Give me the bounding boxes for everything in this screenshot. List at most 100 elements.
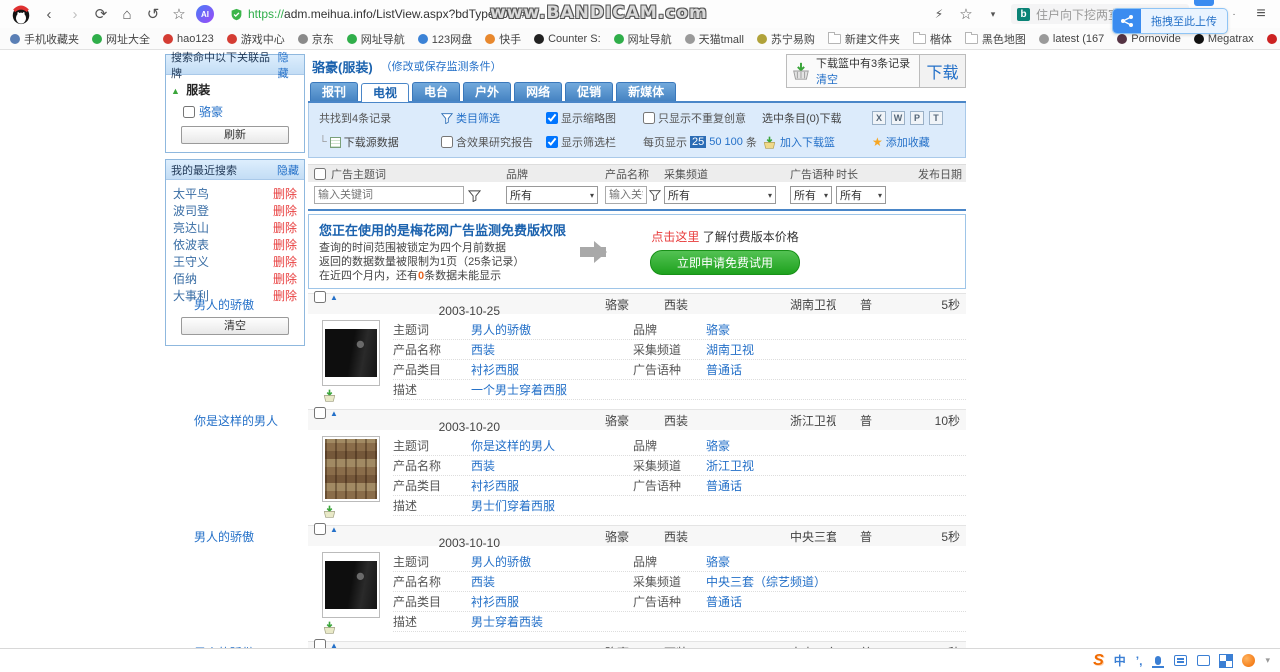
include-report-checkbox[interactable] bbox=[441, 136, 453, 148]
hide-brands-link[interactable]: 隐藏 bbox=[278, 49, 299, 81]
field-value-channel[interactable]: 中央三套（综艺频道） bbox=[706, 573, 966, 590]
download-button[interactable]: 下载 bbox=[919, 55, 965, 87]
category-collapse-icon[interactable]: ▲ bbox=[171, 86, 180, 96]
export-txt-icon[interactable]: T bbox=[929, 111, 943, 125]
recent-search-name[interactable]: 波司登 bbox=[173, 203, 209, 220]
show-filterbar-checkbox[interactable] bbox=[546, 136, 558, 148]
bookmark-item[interactable]: 手机收藏夹 bbox=[10, 31, 79, 47]
bookmark-item[interactable]: 京东 bbox=[297, 31, 334, 47]
field-value-language[interactable]: 普通话 bbox=[706, 361, 966, 378]
field-value-channel[interactable]: 浙江卫视 bbox=[706, 457, 966, 474]
bookmark-item[interactable]: 网址导航 bbox=[613, 31, 672, 47]
field-value-category[interactable]: 衬衫西服 bbox=[471, 477, 633, 494]
media-tab[interactable]: 电视 bbox=[361, 83, 410, 102]
field-value-language[interactable]: 普通话 bbox=[706, 477, 966, 494]
free-trial-button[interactable]: 立即申请免费试用 bbox=[650, 250, 801, 275]
undo-button[interactable]: ↺ bbox=[144, 5, 162, 23]
field-value-brand[interactable]: 骆豪 bbox=[706, 437, 966, 454]
field-value-desc[interactable]: 男士们穿着西服 bbox=[471, 497, 966, 514]
ad-thumbnail[interactable] bbox=[322, 320, 380, 386]
field-value-desc[interactable]: 男士穿着西装 bbox=[471, 613, 966, 630]
ad-title-link[interactable]: 你是这样的男人 bbox=[194, 412, 278, 429]
media-tab[interactable]: 报刊 bbox=[310, 82, 359, 101]
field-value-category[interactable]: 衬衫西服 bbox=[471, 593, 633, 610]
add-row-to-basket-icon[interactable] bbox=[322, 621, 393, 637]
download-source-label[interactable]: 下载源数据 bbox=[344, 134, 399, 150]
language-select[interactable]: 所有 ▾ bbox=[790, 186, 832, 204]
bookmark-item[interactable]: 123网盘 bbox=[417, 31, 472, 47]
refresh-button-sidebar[interactable]: 刷新 bbox=[181, 126, 289, 144]
back-button[interactable]: ‹ bbox=[40, 6, 58, 23]
flash-icon[interactable]: ⚡ bbox=[930, 7, 948, 21]
bookmark-item[interactable]: 网址大全 bbox=[92, 31, 150, 47]
recent-search-name[interactable]: 佰纳 bbox=[173, 271, 197, 288]
recent-search-name[interactable]: 亮达山 bbox=[173, 220, 209, 237]
sogou-logo-icon[interactable]: S bbox=[1093, 652, 1104, 670]
keyword-filter-input[interactable] bbox=[314, 186, 464, 204]
bookmark-item[interactable]: Megatrax bbox=[1193, 33, 1254, 45]
media-tab[interactable]: 促销 bbox=[565, 82, 614, 101]
add-favorite-link[interactable]: 添加收藏 bbox=[886, 134, 930, 150]
ime-mode-indicator[interactable]: 中 bbox=[1114, 652, 1126, 669]
add-row-to-basket-icon[interactable] bbox=[322, 389, 393, 405]
field-value-keyword[interactable]: 男人的骄傲 bbox=[471, 553, 633, 570]
field-value-brand[interactable]: 骆豪 bbox=[706, 553, 966, 570]
media-tab[interactable]: 电台 bbox=[412, 82, 461, 101]
bookmark-item[interactable]: 新建文件夹 bbox=[827, 31, 900, 47]
export-excel-icon[interactable]: X bbox=[872, 111, 886, 125]
forward-button[interactable]: › bbox=[66, 6, 84, 23]
soft-keyboard-icon[interactable] bbox=[1174, 655, 1188, 666]
punctuation-icon[interactable]: ’, bbox=[1136, 654, 1143, 668]
menu-circle-icon[interactable] bbox=[1242, 654, 1256, 667]
show-thumbnail-checkbox[interactable] bbox=[546, 112, 558, 124]
recent-search-name[interactable]: 王守义 bbox=[173, 254, 209, 271]
delete-search-link[interactable]: 删除 bbox=[273, 254, 297, 271]
bookmark-item[interactable]: 天猫tmall bbox=[684, 31, 744, 47]
product-filter-input[interactable] bbox=[605, 186, 647, 204]
media-tab[interactable]: 新媒体 bbox=[616, 82, 677, 101]
add-basket-link[interactable]: 加入下载篮 bbox=[780, 134, 835, 150]
recent-search-name[interactable]: 太平鸟 bbox=[173, 186, 209, 203]
field-value-product[interactable]: 西装 bbox=[471, 341, 633, 358]
bookmark-item[interactable]: (五)、第 bbox=[1266, 31, 1280, 47]
basket-clear-link[interactable]: 清空 bbox=[816, 74, 838, 86]
bookmark-item[interactable]: hao123 bbox=[163, 33, 214, 45]
select-all-checkbox[interactable] bbox=[314, 167, 326, 180]
field-value-language[interactable]: 普通话 bbox=[706, 593, 966, 610]
delete-search-link[interactable]: 删除 bbox=[273, 186, 297, 203]
brand-filter-label[interactable]: 骆豪 bbox=[199, 103, 223, 120]
ad-title-link[interactable]: 男人的骄傲 bbox=[194, 296, 254, 313]
product-funnel-icon[interactable] bbox=[649, 189, 661, 201]
export-word-icon[interactable]: W bbox=[891, 111, 905, 125]
category-filter-link[interactable]: 类目筛选 bbox=[456, 110, 500, 126]
per-page-25[interactable]: 25 bbox=[690, 136, 707, 148]
upload-tooltip[interactable]: 拖拽至此上传 bbox=[1112, 8, 1228, 34]
field-value-desc[interactable]: 一个男士穿着西服 bbox=[471, 381, 966, 398]
keyword-funnel-icon[interactable] bbox=[468, 189, 481, 202]
refresh-button[interactable]: ⟳ bbox=[92, 5, 110, 23]
field-value-channel[interactable]: 湖南卫视 bbox=[706, 341, 966, 358]
duration-select[interactable]: 所有 ▾ bbox=[836, 186, 886, 204]
ad-thumbnail[interactable] bbox=[322, 436, 380, 502]
brand-select[interactable]: 所有 ▾ bbox=[506, 186, 598, 204]
bookmark-item[interactable]: 网址导航 bbox=[346, 31, 405, 47]
ad-thumbnail[interactable] bbox=[322, 552, 380, 618]
only-unique-checkbox[interactable] bbox=[643, 112, 655, 124]
bookmark-item[interactable]: 黑色地图 bbox=[964, 31, 1026, 47]
bookmark-item[interactable]: 楷体 bbox=[912, 31, 952, 47]
bookmark-item[interactable]: 苏宁易购 bbox=[756, 31, 815, 47]
ad-title-link[interactable]: 男人的骄傲 bbox=[194, 528, 254, 545]
menu-icon[interactable]: ≡ bbox=[1252, 5, 1270, 23]
field-value-keyword[interactable]: 男人的骄傲 bbox=[471, 321, 633, 338]
delete-search-link[interactable]: 删除 bbox=[273, 220, 297, 237]
hide-recent-link[interactable]: 隐藏 bbox=[277, 162, 299, 178]
delete-search-link[interactable]: 删除 bbox=[273, 237, 297, 254]
media-tab[interactable]: 户外 bbox=[463, 82, 512, 101]
per-page-50[interactable]: 50 bbox=[709, 136, 721, 148]
scroll-chevron-icon[interactable]: ▾ bbox=[1265, 655, 1270, 666]
field-value-category[interactable]: 衬衫西服 bbox=[471, 361, 633, 378]
field-value-product[interactable]: 西装 bbox=[471, 573, 633, 590]
field-value-product[interactable]: 西装 bbox=[471, 457, 633, 474]
brand-checkbox[interactable] bbox=[183, 105, 195, 118]
export-pdf-icon[interactable]: P bbox=[910, 111, 924, 125]
